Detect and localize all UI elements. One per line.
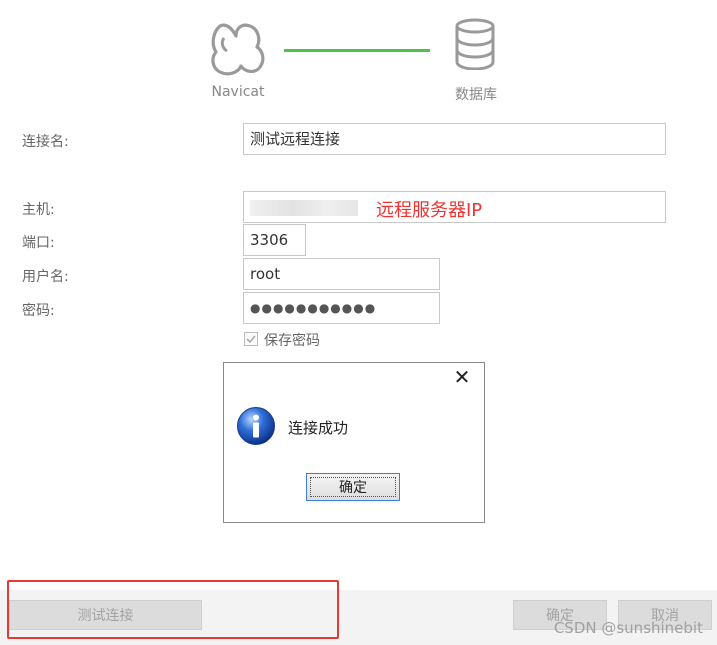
host-redaction [250,200,358,216]
port-label: 端口: [22,235,55,251]
connection-name-input[interactable]: 测试远程连接 [243,123,666,155]
connection-success-dialog: ✕ 连接成功 确定 [223,362,485,523]
password-input[interactable]: ●●●●●●●●●●● [243,292,440,324]
connection-name-value: 测试远程连接 [250,130,341,148]
navicat-logo-icon [211,23,265,76]
progress-line [284,49,430,52]
info-icon [237,407,275,445]
dialog-ok-label: 确定 [310,477,396,497]
save-password-checkbox[interactable] [244,332,258,346]
database-icon [455,18,495,70]
password-value: ●●●●●●●●●●● [250,301,377,315]
database-caption: 数据库 [455,87,497,103]
save-password-label: 保存密码 [264,333,320,349]
dialog-message: 连接成功 [288,419,349,437]
port-value: 3306 [250,231,289,249]
username-input[interactable]: root [243,258,440,290]
password-label: 密码: [22,303,55,319]
connection-name-label: 连接名: [22,134,69,150]
watermark: CSDN @sunshinebit [553,619,703,637]
host-label: 主机: [22,202,55,218]
host-annotation: 远程服务器IP [376,200,483,221]
username-label: 用户名: [22,269,69,285]
close-icon[interactable]: ✕ [450,365,474,389]
test-connection-highlight [7,580,339,639]
username-value: root [250,265,281,283]
checkmark-icon [246,335,256,344]
navicat-caption: Navicat [211,84,265,100]
port-input[interactable]: 3306 [243,224,306,256]
dialog-ok-button[interactable]: 确定 [306,473,400,501]
